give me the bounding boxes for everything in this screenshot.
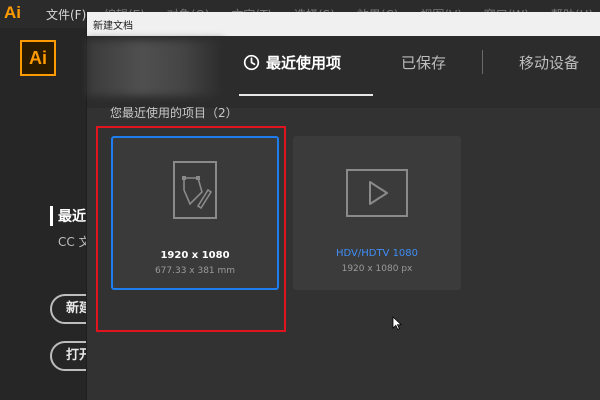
tab-mobile[interactable]: 移动设备 bbox=[519, 52, 579, 73]
tab-recent-label: 最近使用项 bbox=[266, 54, 342, 72]
video-play-icon bbox=[346, 169, 408, 217]
recent-items-label: 您最近使用的项目（2） bbox=[110, 106, 238, 120]
dialog-header: 最近使用项 已保存 移动设备 bbox=[87, 36, 600, 108]
clock-icon bbox=[243, 54, 260, 71]
tab-divider bbox=[482, 50, 483, 74]
active-tab-indicator bbox=[239, 94, 373, 96]
blurred-region bbox=[87, 40, 223, 96]
preset-size: 1920 x 1080 px bbox=[341, 264, 413, 274]
tab-recent[interactable]: 最近使用项 bbox=[243, 52, 341, 73]
preset-card-hdv-hdtv[interactable]: HDV/HDTV 1080 1920 x 1080 px bbox=[293, 136, 461, 290]
tab-saved[interactable]: 已保存 bbox=[401, 52, 446, 73]
dialog-title: 新建文档 bbox=[93, 21, 133, 32]
menu-file[interactable]: 文件(F) bbox=[46, 6, 86, 23]
highlight-annotation bbox=[96, 126, 286, 332]
home-app-logo: Ai bbox=[20, 40, 56, 76]
preset-title: HDV/HDTV 1080 bbox=[335, 248, 419, 259]
app-logo: Ai bbox=[4, 3, 21, 22]
home-recent-heading: 最近 bbox=[50, 206, 86, 226]
mouse-cursor-icon bbox=[392, 316, 402, 330]
dialog-titlebar[interactable]: 新建文档 bbox=[87, 12, 600, 36]
